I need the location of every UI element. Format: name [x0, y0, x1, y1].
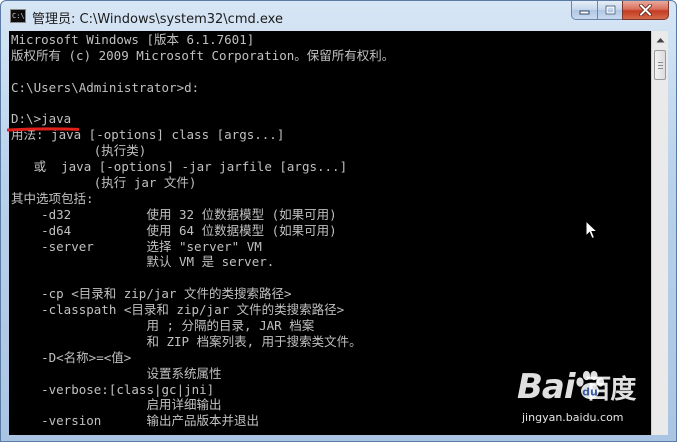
- console-line: -D<名称>=<值>: [11, 349, 132, 365]
- console-lines: Microsoft Windows [版本 6.1.7601] 版权所有 (c) …: [11, 32, 394, 429]
- console-line: (执行类): [11, 143, 147, 159]
- cmd-app-icon[interactable]: C:\: [10, 9, 26, 23]
- console-line: -d32 使用 32 位数据模型 (如果可用): [11, 206, 337, 222]
- console-line: 启用详细输出: [11, 397, 222, 413]
- mouse-pointer-icon: [585, 220, 599, 240]
- console-line: -cp <目录和 zip/jar 文件的类搜索路径>: [11, 286, 292, 302]
- console-line: -server 选择 "server" VM: [11, 238, 262, 254]
- console-line: (执行 jar 文件): [11, 175, 197, 191]
- console-line: -verbose:[class|gc|jni]: [11, 381, 215, 397]
- close-button[interactable]: [622, 1, 669, 20]
- minimize-icon: [579, 10, 590, 14]
- maximize-icon: [604, 5, 616, 15]
- console-line: -d64 使用 64 位数据模型 (如果可用): [11, 222, 337, 238]
- console-line: C:\Users\Administrator>d:: [11, 79, 200, 95]
- console-line: D:\>java: [11, 111, 72, 127]
- console-line: Microsoft Windows [版本 6.1.7601]: [11, 32, 255, 47]
- minimize-button[interactable]: [571, 1, 598, 20]
- vertical-scrollbar[interactable]: [651, 31, 668, 435]
- console-line: 其中选项包括:: [11, 190, 94, 206]
- cmd-window: C:\ 管理员: C:\Windows\system32\cmd.exe Mic…: [0, 0, 677, 442]
- arrow-up-icon: [656, 37, 664, 42]
- close-icon: [639, 4, 652, 16]
- console-line: -classpath <目录和 zip/jar 文件的类搜索路径>: [11, 302, 345, 318]
- maximize-button[interactable]: [597, 1, 623, 20]
- thumb-grip-line: [658, 68, 663, 69]
- console-line: 设置系统属性: [11, 365, 222, 381]
- console-line: -version 输出产品版本并退出: [11, 413, 259, 429]
- console-output[interactable]: Microsoft Windows [版本 6.1.7601] 版权所有 (c) …: [9, 31, 651, 435]
- thumb-grip-line: [658, 62, 663, 63]
- console-line: 版权所有 (c) 2009 Microsoft Corporation。保留所有…: [11, 47, 395, 63]
- thumb-grip-line: [658, 65, 663, 66]
- console-line: 用 ; 分隔的目录, JAR 档案: [11, 318, 315, 334]
- scroll-thumb[interactable]: [654, 50, 666, 80]
- console-line: 或 java [-options] -jar jarfile [args...]: [11, 159, 348, 175]
- scroll-up-button[interactable]: [652, 31, 668, 48]
- console-line: 和 ZIP 档案列表, 用于搜索类文件。: [11, 333, 362, 349]
- console-line: 用法: java [-options] class [args...]: [11, 127, 285, 143]
- title-bar[interactable]: C:\ 管理员: C:\Windows\system32\cmd.exe: [1, 1, 676, 31]
- window-title: 管理员: C:\Windows\system32\cmd.exe: [32, 12, 283, 27]
- console-line: 默认 VM 是 server.: [11, 254, 275, 270]
